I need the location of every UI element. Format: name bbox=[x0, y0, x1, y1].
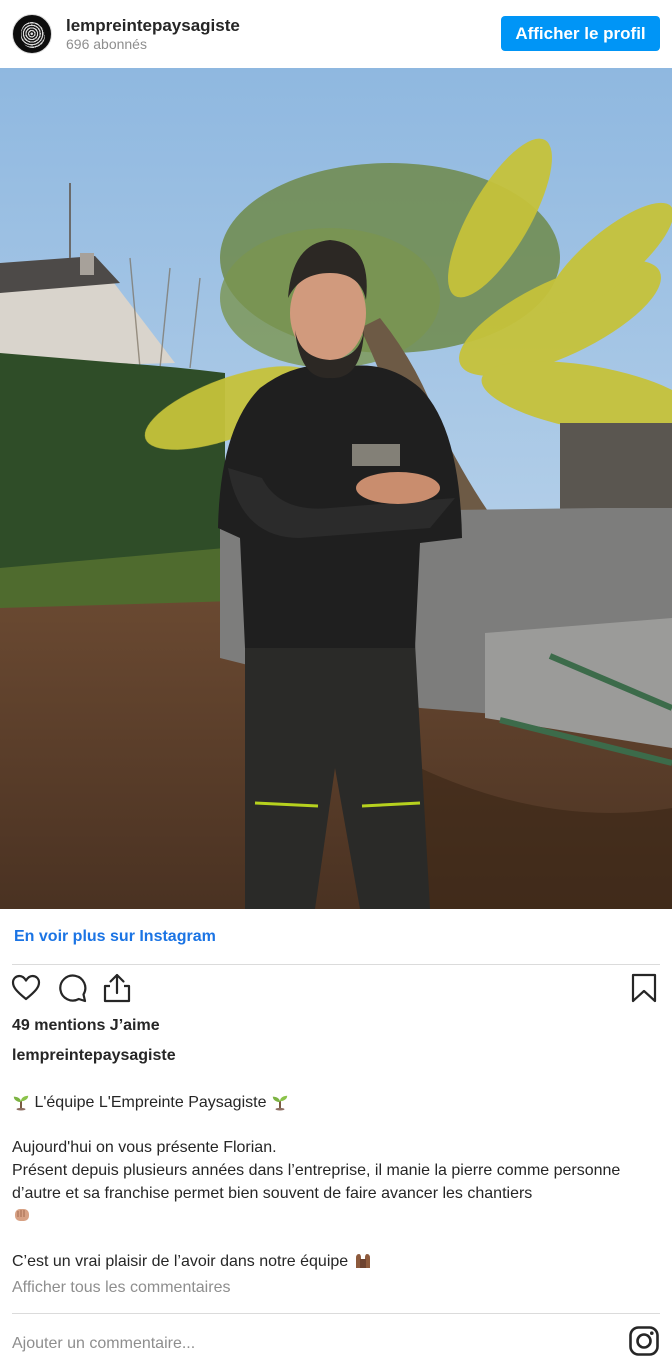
username[interactable]: lempreintepaysagiste bbox=[66, 16, 240, 36]
likes-count[interactable]: 49 mentions J’aime bbox=[12, 1017, 160, 1035]
post-caption: L'équipe L'Empreinte Paysagiste Aujourd'… bbox=[12, 1091, 660, 1273]
post-photo[interactable] bbox=[0, 68, 672, 909]
view-more-on-instagram-link[interactable]: En voir plus sur Instagram bbox=[14, 928, 216, 946]
caption-body: Présent depuis plusieurs années dans l’e… bbox=[12, 1162, 621, 1202]
view-all-comments-link[interactable]: Afficher tous les commentaires bbox=[12, 1279, 230, 1297]
caption-intro: Aujourd'hui on vous présente Florian. bbox=[12, 1139, 277, 1156]
post-author[interactable]: lempreintepaysagiste bbox=[12, 1047, 176, 1065]
view-profile-button[interactable]: Afficher le profil bbox=[501, 16, 660, 51]
action-bar bbox=[0, 972, 672, 1008]
divider bbox=[12, 964, 660, 965]
share-icon[interactable] bbox=[101, 972, 133, 1004]
avatar[interactable] bbox=[12, 14, 52, 54]
post-image bbox=[0, 68, 672, 909]
caption-body-wrap: Présent depuis plusieurs années dans l’e… bbox=[12, 1159, 660, 1228]
fingerprint-logo-icon bbox=[21, 22, 45, 48]
fist-emoji-icon bbox=[15, 1209, 29, 1221]
bookmark-icon[interactable] bbox=[628, 972, 660, 1004]
caption-closing-wrap: C’est un vrai plaisir de l’avoir dans no… bbox=[12, 1250, 660, 1273]
seedling-emoji-icon bbox=[13, 1095, 29, 1111]
post-header: lempreintepaysagiste 696 abonnés Affiche… bbox=[0, 0, 672, 68]
comment-input[interactable] bbox=[12, 1333, 612, 1355]
followers-count: 696 abonnés bbox=[66, 35, 147, 52]
divider bbox=[12, 1313, 660, 1314]
caption-team-line: L'équipe L'Empreinte Paysagiste bbox=[12, 1091, 660, 1114]
seedling-emoji-icon bbox=[272, 1095, 288, 1111]
raised-hands-emoji-icon bbox=[355, 1254, 370, 1268]
instagram-icon[interactable] bbox=[628, 1325, 660, 1357]
heart-icon[interactable] bbox=[10, 972, 42, 1004]
caption-team-text: L'équipe L'Empreinte Paysagiste bbox=[30, 1094, 271, 1111]
user-block: lempreintepaysagiste 696 abonnés bbox=[66, 16, 240, 53]
caption-closing: C’est un vrai plaisir de l’avoir dans no… bbox=[12, 1253, 353, 1270]
comment-icon[interactable] bbox=[56, 972, 88, 1004]
